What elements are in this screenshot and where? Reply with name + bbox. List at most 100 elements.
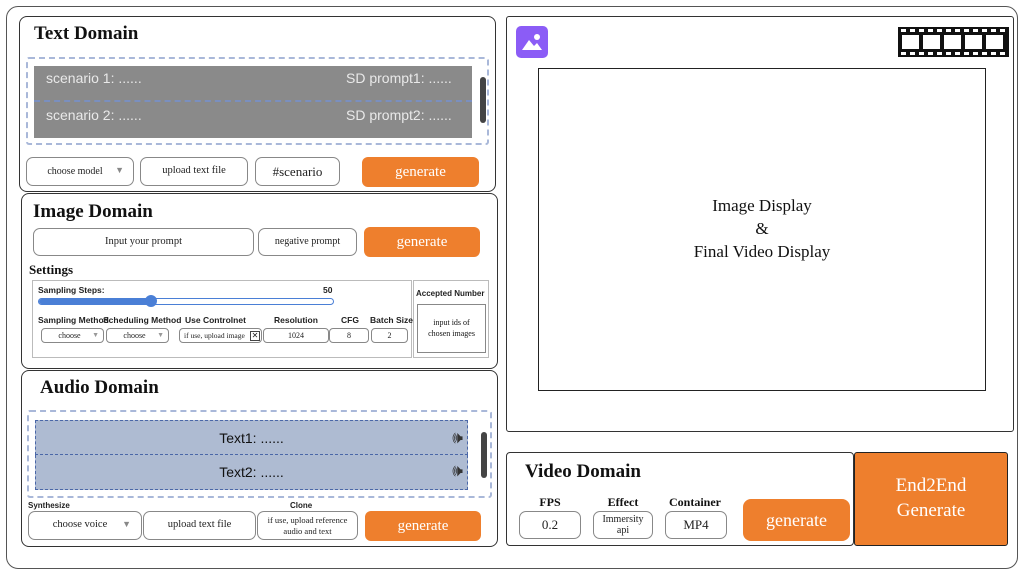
choose-model-dropdown[interactable]: choose model ▼ (26, 157, 134, 186)
audio-text: Text2: ...... (219, 464, 284, 480)
accepted-number-input[interactable]: input ids of chosen images (417, 304, 486, 353)
display-line-1: Image Display (712, 196, 812, 216)
sampling-steps-value: 50 (323, 285, 333, 295)
resolution-label: Resolution (274, 315, 318, 325)
chevron-down-icon: ▼ (122, 519, 131, 529)
upload-label: upload text file (167, 519, 232, 531)
display-panel: Image Display & Final Video Display (506, 16, 1014, 432)
sampling-method-dropdown[interactable]: choose ▼ (41, 328, 104, 343)
slider-knob[interactable] (144, 295, 157, 307)
cfg-field[interactable]: 8 (329, 328, 369, 343)
speaker-icon[interactable]: 🕪 (452, 461, 463, 481)
chevron-down-icon: ▼ (115, 165, 124, 175)
slider-fill (39, 299, 151, 304)
settings-title: Settings (29, 262, 74, 277)
batch-size-label: Batch Size (370, 315, 413, 325)
text-domain-title: Text Domain (34, 23, 139, 44)
scenario-text: scenario 1: ...... (46, 70, 142, 86)
container-field[interactable]: MP4 (665, 511, 727, 539)
image-icon[interactable] (516, 26, 548, 58)
upload-label: upload text file (162, 165, 226, 177)
audio-domain-panel: Audio Domain Text1: ...... 🕪 Text2: ....… (21, 370, 498, 547)
scrollbar[interactable] (481, 432, 487, 478)
accepted-number-placeholder: input ids of chosen images (428, 318, 475, 338)
scenario-field-text: #scenario (272, 163, 323, 179)
cfg-label: CFG (341, 315, 359, 325)
sampling-steps-slider[interactable] (38, 295, 334, 307)
settings-panel: Sampling Steps: 50 Sampling Method Sched… (32, 280, 413, 358)
list-item[interactable]: Text1: ...... 🕪 (35, 420, 468, 455)
text-scenario-list[interactable]: scenario 1: ...... SD prompt1: ...... sc… (26, 57, 489, 145)
effect-label: Effect (607, 495, 639, 509)
container-value: MP4 (683, 517, 709, 533)
upload-text-file-button[interactable]: upload text file (143, 511, 256, 540)
end2end-line-1: End2End (895, 475, 967, 497)
resolution-field[interactable]: 1024 (263, 328, 329, 343)
video-domain-title: Video Domain (525, 461, 641, 482)
display-line-2: & (755, 219, 769, 239)
scrollbar[interactable] (480, 77, 486, 123)
image-video-display-area: Image Display & Final Video Display (538, 68, 986, 391)
sampling-steps-label: Sampling Steps: (38, 285, 105, 295)
display-line-3: Final Video Display (693, 241, 831, 261)
sampling-method-label: Sampling Method (38, 315, 109, 325)
end2end-generate-button[interactable]: End2End Generate (854, 452, 1008, 546)
batch-size-field[interactable]: 2 (371, 328, 408, 343)
scenario-field[interactable]: #scenario (255, 157, 340, 186)
chevron-down-icon: ▼ (92, 331, 99, 339)
container-label: Container (669, 495, 721, 509)
controlnet-value: if use, upload image (184, 331, 245, 340)
audio-text: Text1: ...... (219, 429, 284, 446)
audio-domain-title: Audio Domain (40, 377, 159, 398)
end2end-line-2: Generate (896, 500, 966, 521)
audio-text-list[interactable]: Text1: ...... 🕪 Text2: ...... 🕪 (27, 410, 492, 498)
fps-field[interactable]: 0.2 (519, 511, 581, 539)
audio-generate-button[interactable]: generate (365, 511, 481, 541)
generate-label: generate (766, 509, 827, 530)
close-icon[interactable]: ✕ (250, 331, 260, 341)
generate-label: generate (396, 233, 448, 250)
clone-upload[interactable]: if use, upload reference audio and text (257, 511, 358, 540)
chevron-down-icon: ▼ (157, 331, 164, 339)
speaker-icon[interactable]: 🕪 (452, 428, 463, 448)
fps-value: 0.2 (541, 517, 559, 533)
video-domain-panel: Video Domain FPS 0.2 Effect Immersity ap… (506, 452, 854, 546)
image-domain-panel: Image Domain Input your prompt negative … (21, 193, 498, 369)
list-item[interactable]: scenario 2: ...... SD prompt2: ...... (34, 102, 472, 138)
choose-model-label: choose model (47, 165, 103, 177)
image-generate-button[interactable]: generate (364, 227, 480, 257)
list-item[interactable]: Text2: ...... 🕪 (35, 455, 468, 490)
cfg-value: 8 (347, 331, 351, 340)
sampling-method-value: choose (58, 331, 81, 340)
generate-label: generate (395, 163, 446, 180)
sd-prompt-text: SD prompt1: ...... (346, 70, 452, 86)
scheduling-method-value: choose (123, 331, 146, 340)
negative-prompt-placeholder: negative prompt (274, 236, 341, 247)
sd-prompt-text: SD prompt2: ...... (346, 107, 452, 123)
text-generate-button[interactable]: generate (362, 157, 479, 187)
image-domain-title: Image Domain (33, 201, 153, 222)
text-domain-panel: Text Domain scenario 1: ...... SD prompt… (19, 16, 496, 192)
generate-label: generate (397, 517, 449, 534)
upload-text-file-button[interactable]: upload text file (140, 157, 248, 186)
video-generate-button[interactable]: generate (743, 499, 850, 541)
batch-size-value: 2 (387, 331, 392, 340)
resolution-value: 1024 (288, 331, 304, 340)
prompt-placeholder: Input your prompt (105, 235, 182, 247)
prompt-input[interactable]: Input your prompt (33, 228, 254, 256)
effect-field[interactable]: Immersity api (593, 511, 653, 539)
use-controlnet-label: Use Controlnet (185, 315, 246, 325)
choose-voice-dropdown[interactable]: choose voice ▼ (28, 511, 142, 540)
scheduling-method-dropdown[interactable]: choose ▼ (106, 328, 169, 343)
synthesize-label: Synthesize (28, 501, 70, 510)
film-strip-icon (898, 27, 1009, 57)
clone-label: Clone (290, 501, 313, 510)
accepted-number-panel: Accepted Number input ids of chosen imag… (413, 280, 489, 358)
negative-prompt-input[interactable]: negative prompt (258, 228, 357, 256)
effect-value: Immersity api (602, 513, 644, 537)
fps-label: FPS (539, 495, 561, 509)
list-item[interactable]: scenario 1: ...... SD prompt1: ...... (34, 66, 472, 102)
controlnet-upload[interactable]: if use, upload image ✕ (179, 328, 262, 343)
scenario-text: scenario 2: ...... (46, 107, 142, 123)
choose-voice-label: choose voice (52, 519, 108, 531)
